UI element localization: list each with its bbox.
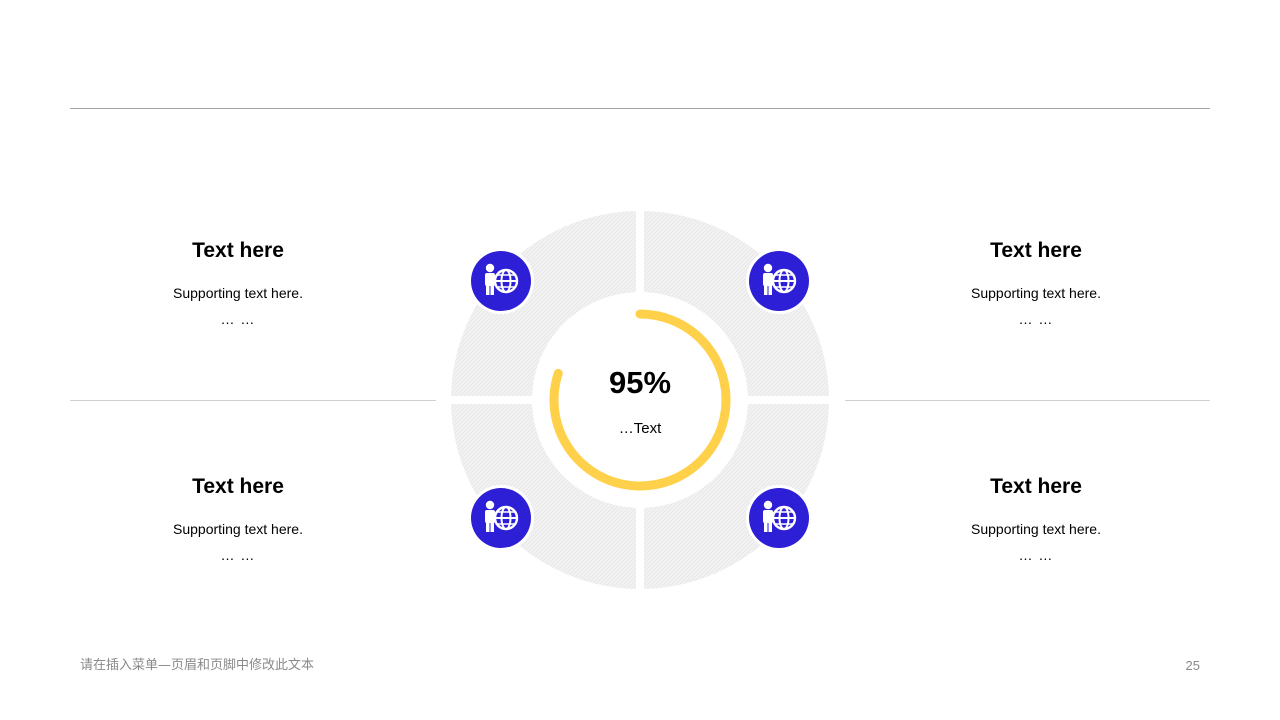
text-block-bottom-right: Text here Supporting text here. … … (886, 474, 1186, 564)
icon-badge-bottom-left (468, 485, 534, 551)
text-block-top-left: Text here Supporting text here. … … (88, 238, 388, 328)
block-ellipsis: … … (1018, 311, 1054, 327)
person-globe-icon (763, 500, 797, 532)
text-block-top-right: Text here Supporting text here. … … (886, 238, 1186, 328)
center-percentage: 95% (608, 365, 672, 400)
text-block-bottom-left: Text here Supporting text here. … … (88, 474, 388, 564)
page-number: 25 (1185, 658, 1200, 673)
block-title: Text here (990, 475, 1082, 498)
icon-badge-bottom-right (746, 485, 812, 551)
block-ellipsis: … … (220, 311, 256, 327)
person-globe-icon (485, 500, 519, 532)
person-globe-icon (763, 263, 797, 295)
right-divider (845, 400, 1210, 401)
block-supporting-text: Supporting text here. (971, 521, 1101, 537)
block-ellipsis: … … (1018, 547, 1054, 563)
block-supporting-text: Supporting text here. (173, 285, 303, 301)
block-supporting-text: Supporting text here. (173, 521, 303, 537)
block-title: Text here (990, 239, 1082, 262)
top-divider (70, 108, 1210, 109)
center-label: …Text (618, 420, 662, 437)
icon-badge-top-right (746, 248, 812, 314)
block-ellipsis: … … (220, 547, 256, 563)
block-supporting-text: Supporting text here. (971, 285, 1101, 301)
block-title: Text here (192, 475, 284, 498)
icon-badge-top-left (468, 248, 534, 314)
block-title: Text here (192, 239, 284, 262)
person-globe-icon (485, 263, 519, 295)
footer-text: 请在插入菜单—页眉和页脚中修改此文本 (80, 658, 315, 673)
left-divider (70, 400, 436, 401)
